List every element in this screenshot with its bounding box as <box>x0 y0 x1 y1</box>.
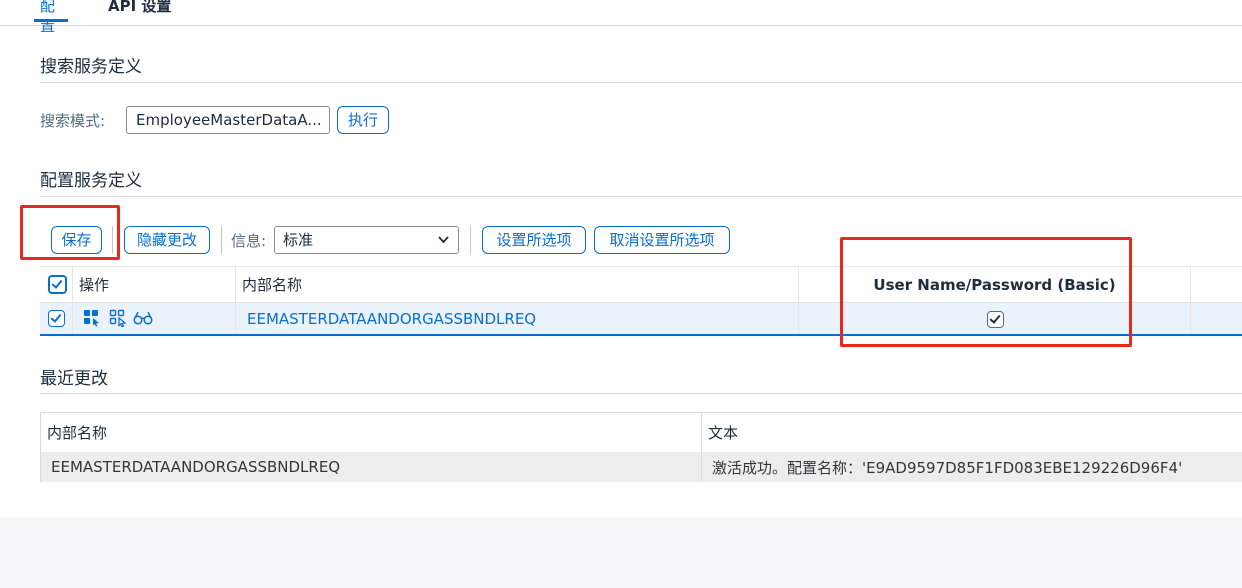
header-internal-name: 内部名称 <box>236 267 799 302</box>
save-highlight-box <box>20 205 120 260</box>
row-select-cell <box>40 303 73 334</box>
table-row: EEMASTERDATAANDORGASSBNDLREQ 激活成功。配置名称：'… <box>40 452 1242 482</box>
deselect-all-button[interactable]: 取消设置所选项 <box>594 226 730 254</box>
glasses-icon[interactable] <box>133 309 153 331</box>
recent-section-title: 最近更改 <box>40 369 108 389</box>
tab-config-label: 配置 <box>40 0 56 35</box>
recent-header-text: 文本 <box>708 424 739 442</box>
search-mode-input[interactable]: EmployeeMasterDataA... <box>126 106 330 134</box>
header-action: 操作 <box>73 267 236 302</box>
divider <box>40 196 1242 197</box>
tab-bar: 配置 API 设置 <box>0 0 1242 35</box>
divider <box>40 393 1242 394</box>
recent-header-internal-name: 内部名称 <box>41 413 702 452</box>
toolbar-separator <box>112 226 113 254</box>
edit-grid-icon[interactable] <box>83 309 101 331</box>
tab-api-settings[interactable]: API 设置 <box>108 0 171 22</box>
chevron-down-icon <box>437 227 450 263</box>
row-action-cell <box>73 303 236 334</box>
hide-changes-button[interactable]: 隐藏更改 <box>124 226 210 254</box>
display-grid-icon[interactable] <box>109 309 127 331</box>
info-select[interactable]: 标准 <box>274 226 459 254</box>
info-label: 信息: <box>231 232 267 250</box>
select-all-checkbox[interactable] <box>48 275 67 294</box>
search-section-title: 搜索服务定义 <box>40 57 142 77</box>
footer-area <box>0 518 1242 588</box>
auth-highlight-box <box>840 237 1132 347</box>
search-mode-label: 搜索模式: <box>40 112 106 130</box>
info-select-value: 标准 <box>283 231 314 249</box>
recent-row-text: 激活成功。配置名称：'E9AD9597D85F1FD083EBE129226D9… <box>712 458 1183 477</box>
recent-table-header: 内部名称 文本 <box>40 412 1242 452</box>
tab-api-label: API 设置 <box>108 0 172 15</box>
row-select-checkbox[interactable] <box>48 310 65 327</box>
tab-active-indicator <box>34 19 68 22</box>
select-all-button[interactable]: 设置所选项 <box>482 226 586 254</box>
config-section-title: 配置服务定义 <box>40 171 142 191</box>
header-select-cell <box>40 267 73 302</box>
execute-button[interactable]: 执行 <box>337 106 389 134</box>
toolbar-separator <box>221 226 222 254</box>
recent-row-internal-name: EEMASTERDATAANDORGASSBNDLREQ <box>41 452 702 482</box>
tab-config[interactable]: 配置 <box>34 0 68 35</box>
toolbar-separator <box>470 226 471 254</box>
row-internal-name[interactable]: EEMASTERDATAANDORGASSBNDLREQ <box>236 303 799 334</box>
divider <box>40 82 1242 83</box>
